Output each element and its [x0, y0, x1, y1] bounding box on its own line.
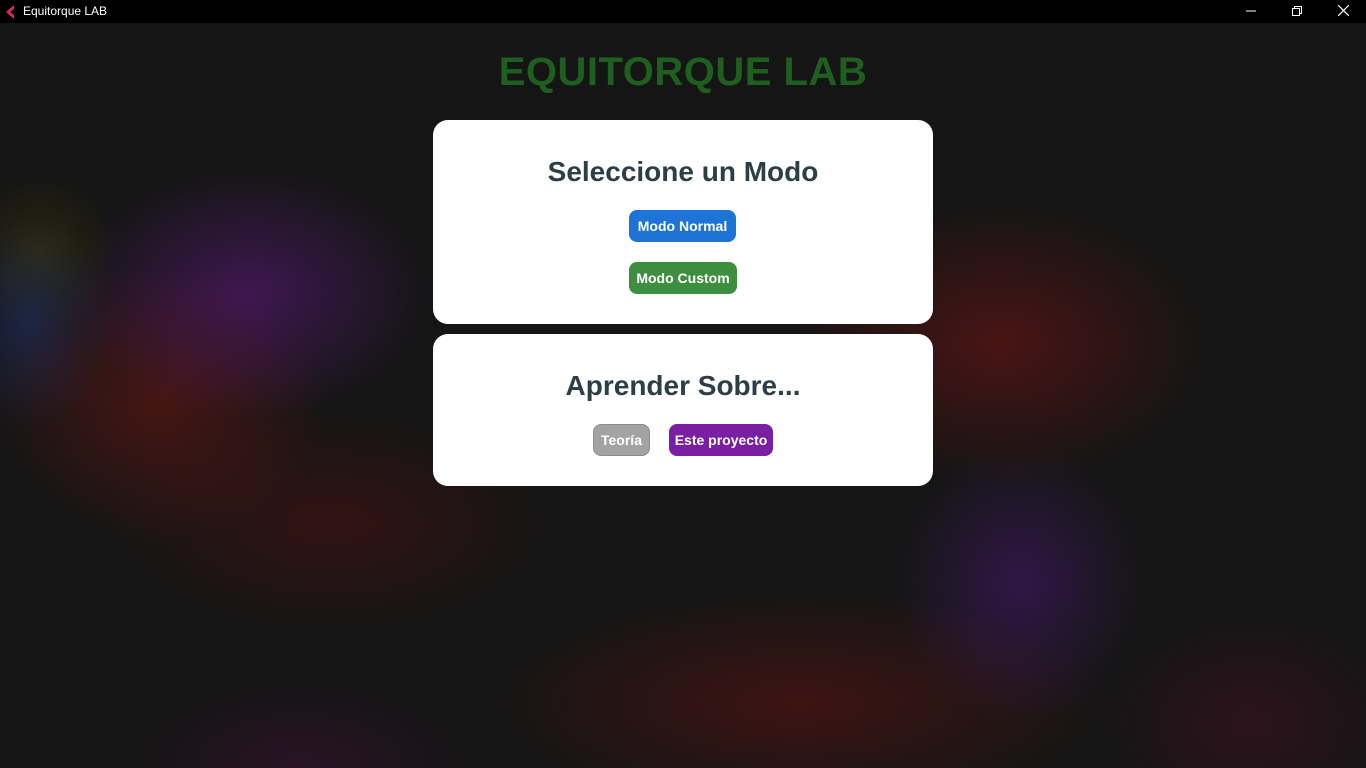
mode-card-title: Seleccione un Modo: [547, 156, 819, 187]
close-button[interactable]: [1320, 0, 1366, 23]
modo-custom-button[interactable]: Modo Custom: [629, 262, 737, 294]
minimize-button[interactable]: [1228, 0, 1274, 23]
restore-icon: [1292, 3, 1302, 21]
este-proyecto-button[interactable]: Este proyecto: [669, 424, 773, 456]
mode-selection-card: Seleccione un Modo Modo Normal Modo Cust…: [433, 120, 933, 324]
modo-normal-button[interactable]: Modo Normal: [629, 210, 736, 242]
close-icon: [1337, 3, 1349, 21]
window-titlebar[interactable]: Equitorque LAB: [0, 0, 1366, 23]
window-controls: [1228, 0, 1366, 23]
minimize-icon: [1246, 3, 1256, 21]
teoria-button[interactable]: Teoría: [593, 424, 650, 456]
app-logo-icon: [4, 4, 16, 19]
restore-button[interactable]: [1274, 0, 1320, 23]
app-heading: EQUITORQUE LAB: [498, 50, 868, 94]
learn-card-title: Aprender Sobre...: [565, 370, 801, 401]
window-title: Equitorque LAB: [23, 4, 108, 18]
learn-about-card: Aprender Sobre... Teoría Este proyecto: [433, 334, 933, 486]
